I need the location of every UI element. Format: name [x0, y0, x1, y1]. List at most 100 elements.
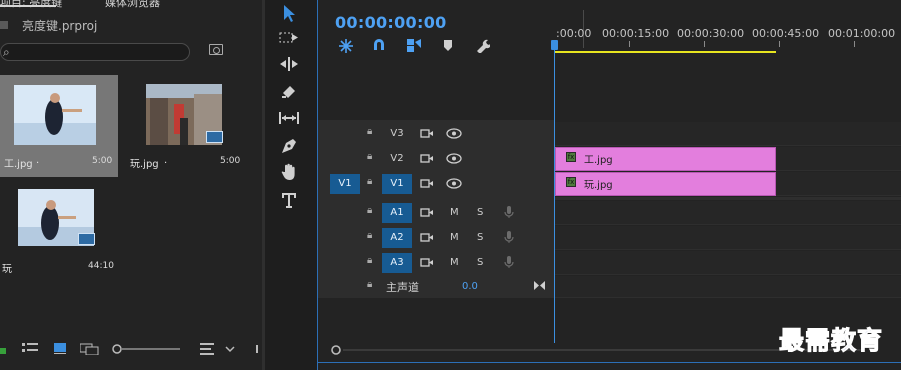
- chevron-down-icon[interactable]: [225, 343, 235, 355]
- track-target-toggle[interactable]: A1: [382, 203, 412, 223]
- track-lane[interactable]: [554, 276, 901, 298]
- master-track-label: 主声道: [386, 281, 419, 294]
- solo-button[interactable]: S: [477, 257, 483, 268]
- nest-sequence-icon[interactable]: [338, 38, 354, 54]
- lock-icon[interactable]: 🔒︎: [367, 176, 372, 187]
- fx-badge-icon: fx: [566, 177, 576, 187]
- track-lane[interactable]: [554, 226, 901, 250]
- watermark-logo: 最需教育: [778, 326, 884, 356]
- item-name: 工.jpg: [4, 159, 33, 170]
- mute-button[interactable]: M: [450, 232, 459, 243]
- find-in-bin-icon[interactable]: [209, 44, 223, 55]
- lock-icon[interactable]: 🔒︎: [367, 126, 372, 137]
- microphone-icon[interactable]: [504, 255, 514, 269]
- type-tool-icon[interactable]: [281, 191, 297, 209]
- project-item[interactable]: 工.jpg . 5:00: [0, 75, 118, 177]
- linked-selection-icon[interactable]: [406, 38, 422, 53]
- mute-button[interactable]: M: [450, 257, 459, 268]
- sort-icon[interactable]: [200, 343, 214, 355]
- project-tabs: 项目: 亮度键 媒体浏览器: [0, 0, 262, 10]
- ruler-label: 00:00:45:00: [752, 27, 820, 40]
- solo-button[interactable]: S: [477, 232, 483, 243]
- eye-icon[interactable]: [446, 128, 462, 139]
- settings-wrench-icon[interactable]: [474, 37, 490, 53]
- item-duration: 5:00: [220, 156, 241, 166]
- project-item[interactable]: 玩.jpg . 5:00: [118, 75, 240, 177]
- lock-icon[interactable]: 🔒︎: [367, 151, 372, 162]
- sync-lock-icon[interactable]: [420, 153, 434, 164]
- search-icon: ⌕: [3, 45, 10, 59]
- go-to-end-icon[interactable]: [533, 280, 546, 291]
- mute-button[interactable]: M: [450, 207, 459, 218]
- playhead-handle[interactable]: [551, 40, 558, 50]
- microphone-icon[interactable]: [504, 230, 514, 244]
- icon-view-icon[interactable]: [54, 343, 66, 354]
- ruler-tick: [704, 41, 705, 47]
- active-tab-underline: [0, 5, 56, 7]
- track-target-toggle[interactable]: V2: [382, 149, 412, 169]
- selection-tool-icon[interactable]: [282, 4, 296, 22]
- video-audio-divider: [555, 197, 901, 200]
- snap-icon[interactable]: [372, 38, 386, 52]
- slip-tool-icon[interactable]: [278, 110, 300, 126]
- panel-focus-border: [318, 362, 901, 363]
- fx-badge-icon: fx: [566, 152, 576, 162]
- track-select-tool-icon[interactable]: [279, 30, 299, 46]
- lock-icon[interactable]: [0, 343, 8, 355]
- track-target-toggle[interactable]: V1: [382, 174, 412, 194]
- track-row-a1: 🔒︎ A1 M S: [318, 201, 901, 225]
- project-panel: 项目: 亮度键 媒体浏览器 亮度键.prproj ⌕ 工.jpg . 5:00: [0, 0, 262, 370]
- track-target-toggle[interactable]: V3: [382, 124, 412, 144]
- clip-name: 工.jpg: [584, 155, 613, 166]
- master-volume-value[interactable]: 0.0: [462, 281, 478, 292]
- ripple-edit-tool-icon[interactable]: [279, 56, 299, 72]
- lock-icon[interactable]: 🔒︎: [367, 255, 372, 266]
- track-target-toggle[interactable]: A2: [382, 228, 412, 248]
- lock-icon[interactable]: 🔒︎: [367, 279, 372, 290]
- timeline-clip[interactable]: fx 玩.jpg: [555, 172, 776, 196]
- sync-lock-icon[interactable]: [420, 178, 434, 189]
- timeline-clip[interactable]: fx 工.jpg: [555, 147, 776, 171]
- item-label-dot: .: [36, 155, 40, 166]
- playhead-line[interactable]: [554, 48, 555, 343]
- microphone-icon[interactable]: [504, 205, 514, 219]
- ruler-label: 00:00:15:00: [602, 27, 670, 40]
- project-item[interactable]: 玩 44:10: [0, 177, 118, 279]
- source-patch-v1[interactable]: V1: [330, 174, 360, 194]
- track-target-toggle[interactable]: A3: [382, 253, 412, 273]
- sync-lock-icon[interactable]: [420, 257, 434, 268]
- list-view-icon[interactable]: [22, 343, 38, 353]
- eye-icon[interactable]: [446, 178, 462, 189]
- panel-divider[interactable]: [262, 0, 265, 370]
- zoom-slider[interactable]: [112, 343, 182, 355]
- track-row-a2: 🔒︎ A2 M S: [318, 226, 901, 250]
- playhead-timecode[interactable]: 00:00:00:00: [335, 13, 447, 32]
- item-duration: 5:00: [92, 156, 113, 166]
- solo-button[interactable]: S: [477, 207, 483, 218]
- work-area-bar[interactable]: [555, 51, 776, 53]
- razor-tool-icon[interactable]: [280, 83, 298, 101]
- freeform-view-icon[interactable]: [80, 343, 100, 355]
- tab-media-browser[interactable]: 媒体浏览器: [105, 0, 160, 10]
- panel-edge-icon: [256, 345, 258, 353]
- sync-lock-icon[interactable]: [420, 128, 434, 139]
- lock-icon[interactable]: 🔒︎: [367, 205, 372, 216]
- track-row-a3: 🔒︎ A3 M S: [318, 251, 901, 275]
- eye-icon[interactable]: [446, 153, 462, 164]
- hand-tool-icon[interactable]: [280, 163, 298, 181]
- sequence-badge-icon: [78, 233, 95, 245]
- sync-lock-icon[interactable]: [420, 232, 434, 243]
- sync-lock-icon[interactable]: [420, 207, 434, 218]
- track-lane[interactable]: [554, 201, 901, 225]
- add-marker-icon[interactable]: [443, 39, 453, 52]
- ruler-tick: [779, 41, 780, 47]
- pen-tool-icon[interactable]: [280, 137, 298, 155]
- scroll-start-handle[interactable]: [330, 344, 344, 356]
- track-lane[interactable]: [554, 122, 901, 146]
- lock-icon[interactable]: 🔒︎: [367, 230, 372, 241]
- project-file-icon: [0, 21, 8, 29]
- item-name: 玩.jpg: [130, 159, 159, 170]
- item-name: 玩: [2, 264, 12, 275]
- track-lane[interactable]: [554, 251, 901, 275]
- search-input[interactable]: ⌕: [0, 43, 190, 61]
